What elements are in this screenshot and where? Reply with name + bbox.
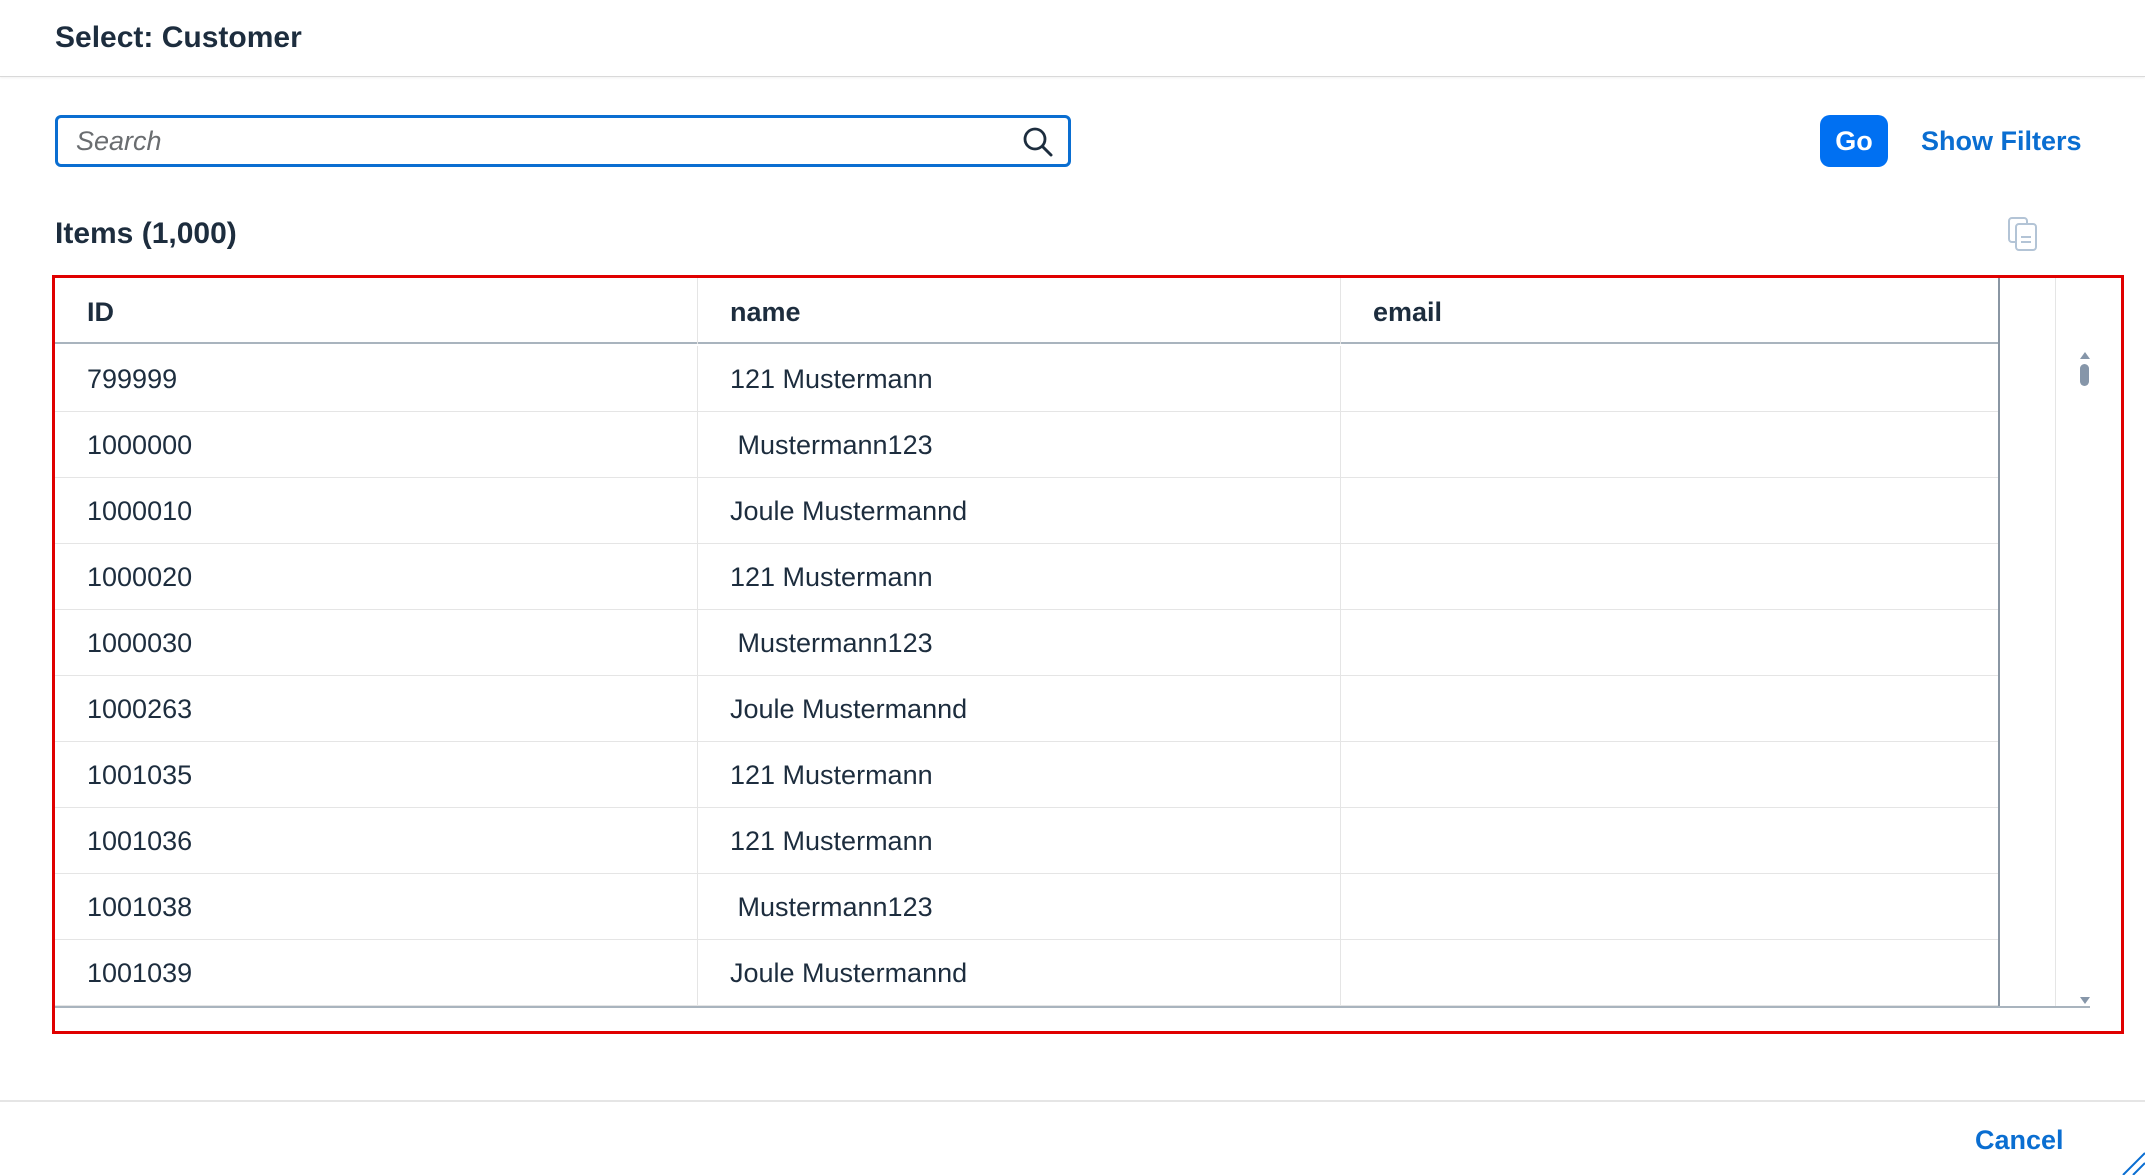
cell-name: 121 Mustermann [697,346,1340,412]
dialog-footer: Cancel [0,1100,2145,1175]
cell-id: 1001039 [87,958,193,988]
cell-id: 1000263 [87,694,193,724]
table-body: 799999 121 Mustermann 1000000 Mustermann… [55,346,1998,1006]
resize-handle-icon[interactable] [2119,1149,2145,1175]
table-row[interactable]: 1000030 Mustermann123 [55,610,1998,676]
items-count-title: Items (1,000) [55,217,237,250]
cell-id: 1000000 [87,430,193,460]
scroll-down-arrow-icon[interactable] [2080,997,2090,1004]
cell-id: 1000010 [87,496,193,526]
cell-email [1340,742,1983,808]
table-row[interactable]: 1000000 Mustermann123 [55,412,1998,478]
cell-name: Joule Mustermannd [697,940,1340,1006]
cell-id: 1000020 [87,562,193,592]
table-bottom-border [55,1006,2090,1008]
table-row[interactable]: 1000263 Joule Mustermannd [55,676,1998,742]
cell-id: 1001035 [87,760,193,790]
cell-name: 121 Mustermann [697,742,1340,808]
column-separator [2055,278,2056,1008]
dialog-title: Select: Customer [55,21,302,54]
table-row[interactable]: 1001035 121 Mustermann [55,742,1998,808]
column-header-email[interactable]: email [1340,278,1983,344]
select-customer-dialog: Select: Customer Go Show Filters Items (… [0,0,2145,1175]
copy-icon[interactable] [2006,216,2040,252]
table-header: ID name email [55,278,1998,344]
scroll-up-arrow-icon[interactable] [2080,352,2090,359]
vertical-scrollbar[interactable] [2076,352,2096,1004]
dialog-header: Select: Customer [0,0,2145,77]
column-header-id[interactable]: ID [55,278,697,344]
go-button[interactable]: Go [1820,115,1888,167]
cell-name: Mustermann123 [697,874,1340,940]
cell-name: 121 Mustermann [697,808,1340,874]
cell-email [1340,874,1983,940]
table-row[interactable]: 1000010 Joule Mustermannd [55,478,1998,544]
customer-table: ID name email 799999 121 Mustermann 1000… [55,278,2090,1008]
search-icon[interactable] [1022,126,1054,158]
cell-email [1340,412,1983,478]
cell-email [1340,940,1983,1006]
search-field[interactable] [55,115,1071,167]
search-input[interactable] [76,118,996,164]
cell-id: 799999 [87,364,178,394]
column-header-name[interactable]: name [697,278,1340,344]
cell-email [1340,610,1983,676]
show-filters-link[interactable]: Show Filters [1921,124,2082,158]
table-row[interactable]: 1000020 121 Mustermann [55,544,1998,610]
cell-id: 1001038 [87,892,193,922]
scroll-thumb[interactable] [2080,364,2089,386]
cancel-button[interactable]: Cancel [1975,1120,2064,1160]
cell-email [1340,808,1983,874]
cell-id: 1001036 [87,826,193,856]
cell-name: Joule Mustermannd [697,676,1340,742]
column-separator [1998,278,2000,1008]
table-row[interactable]: 1001038 Mustermann123 [55,874,1998,940]
cell-email [1340,544,1983,610]
table-row[interactable]: 799999 121 Mustermann [55,346,1998,412]
table-row[interactable]: 1001036 121 Mustermann [55,808,1998,874]
cell-id: 1000030 [87,628,193,658]
cell-name: Joule Mustermannd [697,478,1340,544]
cell-name: Mustermann123 [697,610,1340,676]
cell-email [1340,478,1983,544]
cell-name: 121 Mustermann [697,544,1340,610]
cell-email [1340,676,1983,742]
table-row[interactable]: 1001039 Joule Mustermannd [55,940,1998,1006]
cell-name: Mustermann123 [697,412,1340,478]
cell-email [1340,346,1983,412]
